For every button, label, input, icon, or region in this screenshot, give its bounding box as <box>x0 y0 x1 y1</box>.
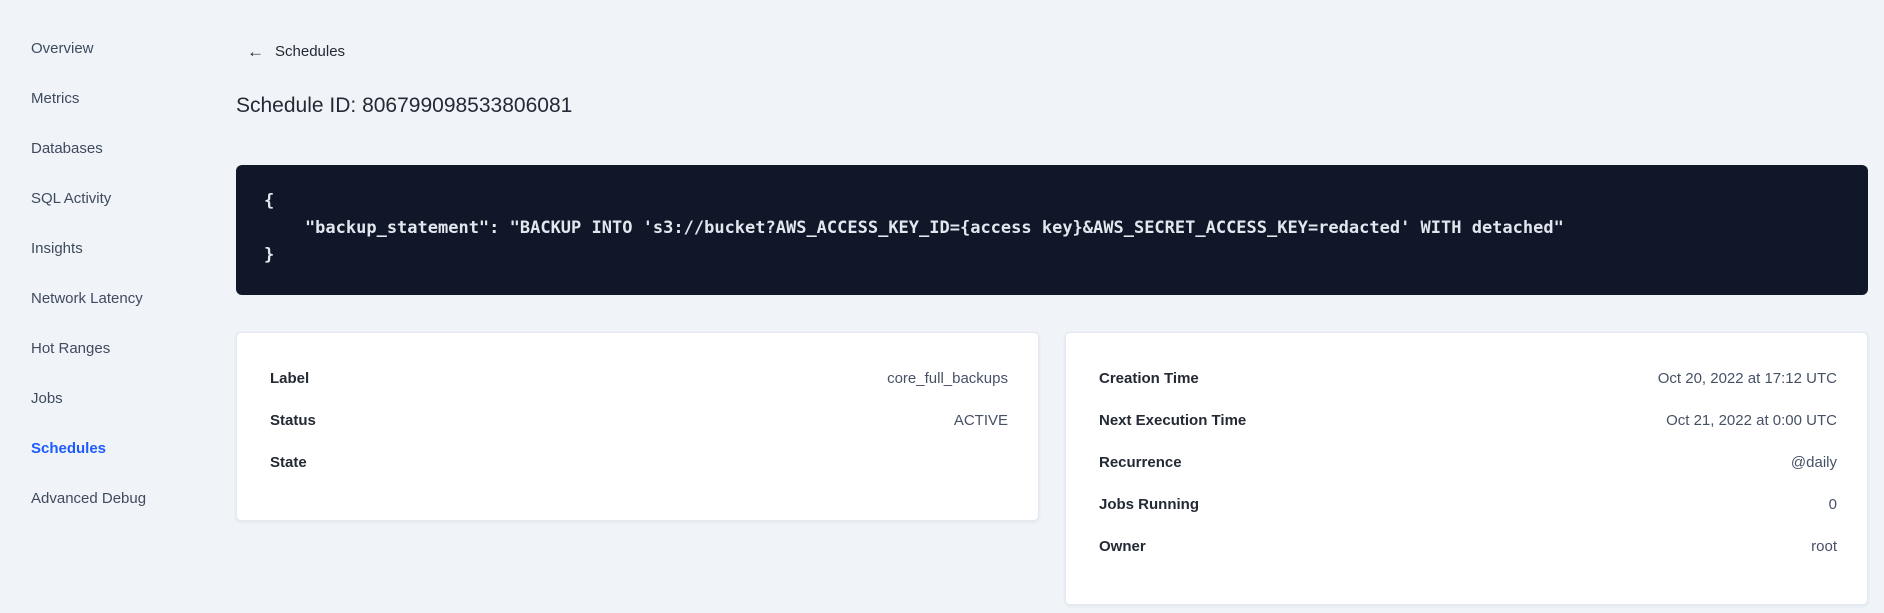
label-row-label: Label <box>270 369 310 387</box>
sidebar-item-hot-ranges[interactable]: Hot Ranges <box>0 323 220 373</box>
sidebar-item-overview[interactable]: Overview <box>0 23 220 73</box>
next-execution-row-label: Next Execution Time <box>1099 411 1247 429</box>
owner-row-value: root <box>1811 537 1837 555</box>
table-row: Creation Time Oct 20, 2022 at 17:12 UTC <box>1066 357 1867 399</box>
sidebar-item-insights[interactable]: Insights <box>0 223 220 273</box>
next-execution-row-value: Oct 21, 2022 at 0:00 UTC <box>1666 411 1837 429</box>
sidebar: Overview Metrics Databases SQL Activity … <box>0 23 220 523</box>
back-link-label: Schedules <box>275 43 346 60</box>
label-row-value: core_full_backups <box>887 369 1008 387</box>
jobs-running-row-label: Jobs Running <box>1099 495 1199 513</box>
schedule-summary-card: Label core_full_backups Status ACTIVE St… <box>236 332 1039 521</box>
sidebar-item-network-latency[interactable]: Network Latency <box>0 273 220 323</box>
table-row: Owner root <box>1066 525 1867 567</box>
table-row: Label core_full_backups <box>237 357 1038 399</box>
summary-cards: Label core_full_backups Status ACTIVE St… <box>236 332 1868 605</box>
owner-row-label: Owner <box>1099 537 1146 555</box>
creation-time-row-value: Oct 20, 2022 at 17:12 UTC <box>1657 369 1837 387</box>
backup-statement-code: { "backup_statement": "BACKUP INTO 's3:/… <box>264 191 1564 265</box>
table-row: Status ACTIVE <box>237 399 1038 441</box>
sidebar-item-sql-activity[interactable]: SQL Activity <box>0 173 220 223</box>
recurrence-row-label: Recurrence <box>1099 453 1182 471</box>
page-title: Schedule ID: 806799098533806081 <box>236 94 573 117</box>
status-row-value: ACTIVE <box>953 411 1008 429</box>
sidebar-item-metrics[interactable]: Metrics <box>0 73 220 123</box>
table-row: State <box>237 441 1038 483</box>
recurrence-row-value: @daily <box>1790 453 1837 471</box>
backup-statement-code-block: { "backup_statement": "BACKUP INTO 's3:/… <box>236 165 1868 295</box>
sidebar-item-jobs[interactable]: Jobs <box>0 373 220 423</box>
back-arrow-icon: ← <box>247 42 264 61</box>
status-row-label: Status <box>270 411 316 429</box>
schedule-timing-card: Creation Time Oct 20, 2022 at 17:12 UTC … <box>1065 332 1868 605</box>
back-to-schedules-link[interactable]: ← Schedules <box>247 43 345 60</box>
table-row: Jobs Running 0 <box>1066 483 1867 525</box>
jobs-running-row-value: 0 <box>1828 495 1837 513</box>
sidebar-item-advanced-debug[interactable]: Advanced Debug <box>0 473 220 523</box>
creation-time-row-label: Creation Time <box>1099 369 1199 387</box>
table-row: Next Execution Time Oct 21, 2022 at 0:00… <box>1066 399 1867 441</box>
schedule-detail-page: ← Schedules Schedule ID: 806799098533806… <box>236 0 1868 605</box>
table-row: Recurrence @daily <box>1066 441 1867 483</box>
sidebar-item-schedules[interactable]: Schedules <box>0 423 220 473</box>
sidebar-item-databases[interactable]: Databases <box>0 123 220 173</box>
state-row-label: State <box>270 453 307 471</box>
